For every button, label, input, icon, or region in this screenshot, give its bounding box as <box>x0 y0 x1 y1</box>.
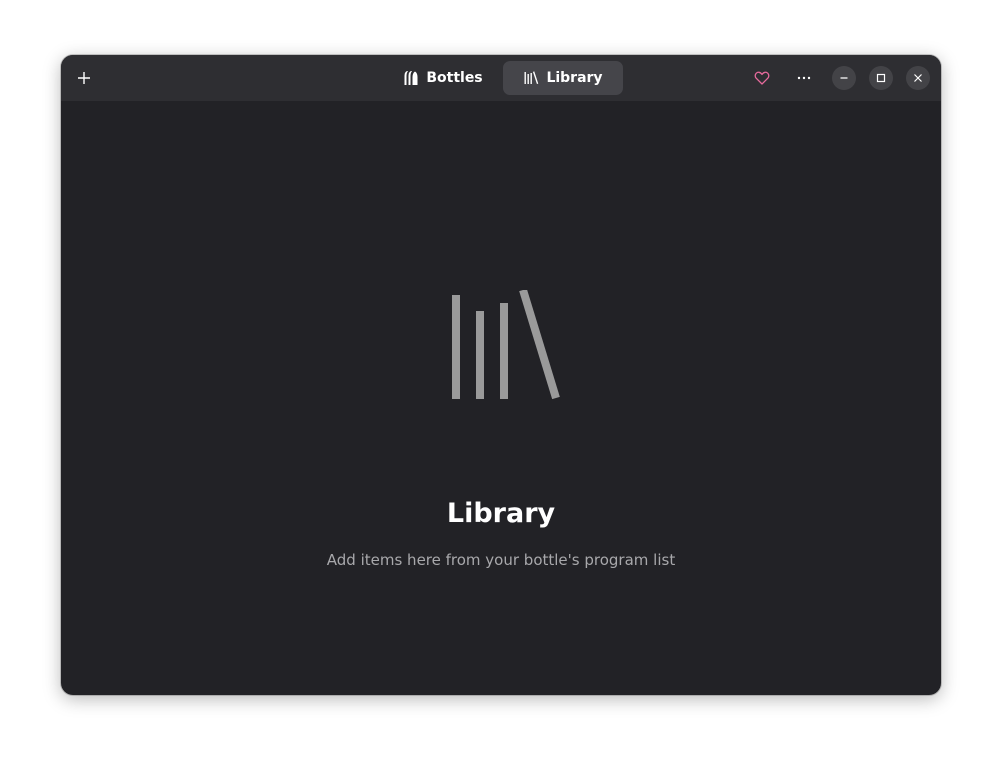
tab-bottles-label: Bottles <box>426 70 483 86</box>
donate-button[interactable] <box>747 63 777 93</box>
status-description: Add items here from your bottle's progra… <box>326 551 676 569</box>
maximize-icon <box>876 73 886 83</box>
more-horizontal-icon <box>797 76 811 80</box>
main-menu-button[interactable] <box>789 63 819 93</box>
bottles-icon <box>403 70 419 86</box>
plus-icon <box>78 72 90 84</box>
library-icon <box>452 290 560 400</box>
status-title: Library <box>446 498 556 529</box>
close-button[interactable] <box>906 66 930 90</box>
tab-library-label: Library <box>546 70 603 86</box>
maximize-button[interactable] <box>869 66 893 90</box>
minimize-button[interactable] <box>832 66 856 90</box>
heart-icon <box>754 71 770 85</box>
tab-library[interactable]: Library <box>503 61 623 95</box>
headerbar: Bottles Library <box>61 55 941 101</box>
tab-bottles[interactable]: Bottles <box>383 61 503 95</box>
app-window: Bottles Library Library Add items here f… <box>61 55 941 695</box>
close-icon <box>914 74 922 82</box>
add-bottle-button[interactable] <box>69 63 99 93</box>
minimize-icon <box>840 77 848 79</box>
library-icon <box>523 70 539 86</box>
library-status-page: Library Add items here from your bottle'… <box>61 101 941 695</box>
